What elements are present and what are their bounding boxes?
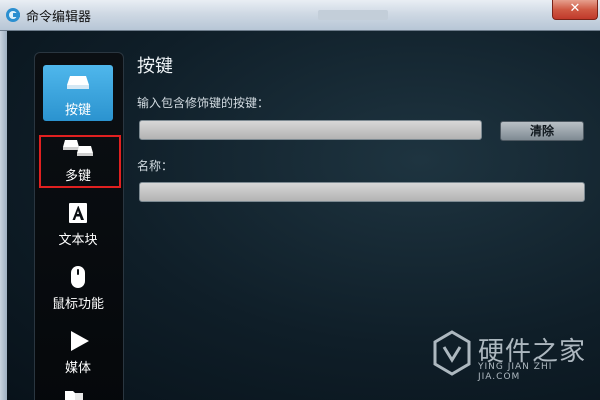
sidebar-item-keystroke[interactable]: 按键 xyxy=(43,65,113,121)
key-icon xyxy=(67,76,89,89)
mouse-icon xyxy=(71,266,85,288)
title-bar-decoration xyxy=(318,10,388,20)
sidebar-item-label: 按键 xyxy=(64,103,91,118)
clear-button[interactable]: 清除 xyxy=(500,121,584,141)
name-label: 名称： xyxy=(137,159,174,173)
keystroke-input[interactable] xyxy=(139,120,482,140)
keystroke-label: 输入包含修饰键的按键： xyxy=(137,96,270,110)
window-frame-edge xyxy=(0,31,7,400)
title-bar: 命令编辑器 ✕ xyxy=(0,0,600,31)
text-block-icon xyxy=(69,203,87,223)
sidebar-item-text-block[interactable]: 文本块 xyxy=(43,195,113,251)
highlight-annotation xyxy=(39,135,121,188)
command-type-sidebar: 按键 多键 文本块 鼠标功能 媒体 xyxy=(34,52,124,400)
sidebar-item-media[interactable]: 媒体 xyxy=(43,323,113,379)
next-item-icon xyxy=(65,391,83,400)
sidebar-item-label: 鼠标功能 xyxy=(51,297,104,312)
sidebar-item-label: 文本块 xyxy=(58,233,98,248)
sidebar-item-mouse-function[interactable]: 鼠标功能 xyxy=(43,259,113,315)
watermark-subtext: YING JIAN ZHI JIA.COM xyxy=(478,362,553,382)
name-input[interactable] xyxy=(139,182,585,202)
command-editor-window: 命令编辑器 ✕ 按键 多键 文本块 鼠标功能 媒体 按键 输入包含修饰键的按键：… xyxy=(0,0,600,400)
play-icon xyxy=(71,331,89,351)
watermark-logo-icon xyxy=(433,330,471,376)
sidebar-item-label: 媒体 xyxy=(64,361,91,376)
section-title: 按键 xyxy=(137,56,173,77)
window-title: 命令编辑器 xyxy=(26,10,92,25)
app-logo-icon xyxy=(6,8,20,22)
watermark: 硬件之家 YING JIAN ZHI JIA.COM xyxy=(432,330,592,382)
close-button[interactable]: ✕ xyxy=(552,0,598,20)
